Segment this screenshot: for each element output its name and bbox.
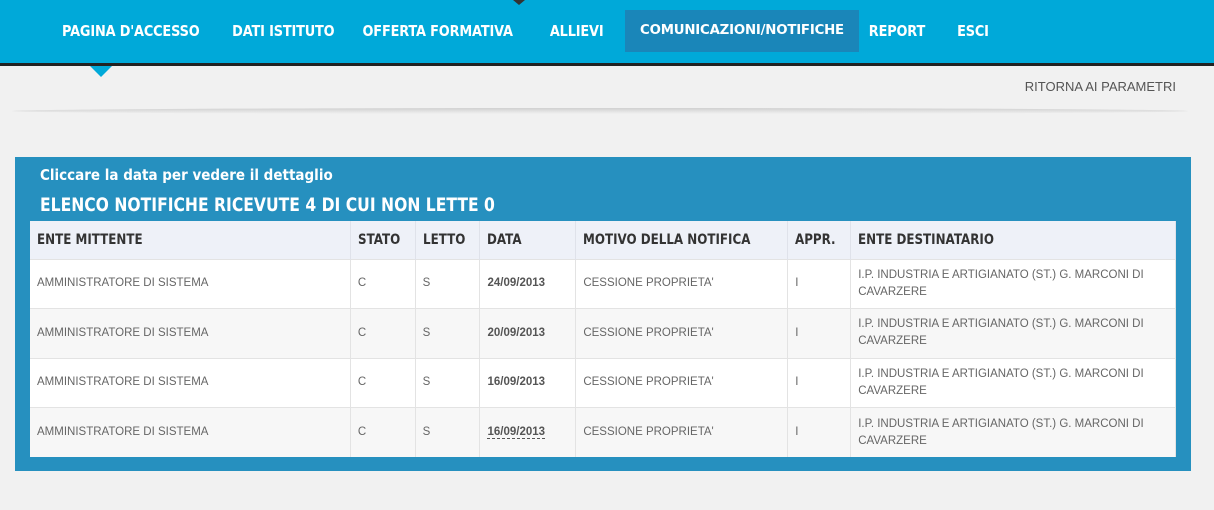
cell-motivo: CESSIONE PROPRIETA' bbox=[575, 258, 789, 309]
column-header-appr: APPR. bbox=[787, 221, 852, 259]
panel-title: ELENCO NOTIFICHE RICEVUTE 4 DI CUI NON L… bbox=[40, 194, 495, 216]
column-header-data: DATA bbox=[479, 221, 577, 259]
cell-data-link[interactable]: 20/09/2013 bbox=[479, 308, 577, 358]
cell-mittente: AMMINISTRATORE DI SISTEMA bbox=[30, 258, 351, 309]
cell-appr: I bbox=[787, 308, 852, 358]
divider bbox=[12, 108, 1188, 114]
ritorna-ai-parametri-link[interactable]: RITORNA AI PARAMETRI bbox=[1025, 79, 1176, 94]
cell-appr: I bbox=[787, 357, 852, 408]
notifiche-panel: Cliccare la data per vedere il dettaglio… bbox=[15, 157, 1191, 471]
notifiche-table: ENTE MITTENTE STATO LETTO DATA MOTIVO DE… bbox=[30, 221, 1176, 457]
nav-item-allievi[interactable]: ALLIEVI bbox=[544, 10, 609, 52]
cell-destinatario: I.P. INDUSTRIA E ARTIGIANATO (ST.) G. MA… bbox=[850, 407, 1176, 457]
cell-mittente: AMMINISTRATORE DI SISTEMA bbox=[30, 407, 351, 457]
top-navigation: PAGINA D'ACCESSO DATI ISTITUTO OFFERTA F… bbox=[0, 0, 1214, 66]
cell-motivo: CESSIONE PROPRIETA' bbox=[575, 308, 789, 358]
column-header-ente-destinatario: ENTE DESTINATARIO bbox=[850, 221, 1176, 259]
table-row: AMMINISTRATORE DI SISTEMA C S 16/09/2013… bbox=[30, 357, 1176, 408]
column-header-stato: STATO bbox=[350, 221, 416, 259]
nav-item-offerta-formativa[interactable]: OFFERTA FORMATIVA bbox=[362, 10, 514, 52]
cell-letto: S bbox=[415, 407, 481, 457]
cell-destinatario: I.P. INDUSTRIA E ARTIGIANATO (ST.) G. MA… bbox=[850, 308, 1176, 358]
table-row: AMMINISTRATORE DI SISTEMA C S 20/09/2013… bbox=[30, 308, 1176, 358]
column-header-motivo: MOTIVO DELLA NOTIFICA bbox=[575, 221, 789, 259]
cell-stato: C bbox=[350, 258, 416, 309]
cell-mittente: AMMINISTRATORE DI SISTEMA bbox=[30, 357, 351, 408]
nav-item-esci[interactable]: ESCI bbox=[954, 10, 992, 52]
panel-hint: Cliccare la data per vedere il dettaglio bbox=[40, 166, 333, 184]
cell-letto: S bbox=[415, 258, 481, 309]
cell-destinatario: I.P. INDUSTRIA E ARTIGIANATO (ST.) G. MA… bbox=[850, 357, 1176, 408]
cell-data-link[interactable]: 16/09/2013 bbox=[479, 407, 577, 457]
table-row: AMMINISTRATORE DI SISTEMA C S 16/09/2013… bbox=[30, 407, 1176, 457]
nav-item-report[interactable]: REPORT bbox=[866, 10, 928, 52]
cell-motivo: CESSIONE PROPRIETA' bbox=[575, 357, 789, 408]
cell-mittente: AMMINISTRATORE DI SISTEMA bbox=[30, 308, 351, 358]
nav-pointer bbox=[90, 66, 112, 77]
cell-stato: C bbox=[350, 357, 416, 408]
column-header-ente-mittente: ENTE MITTENTE bbox=[30, 221, 351, 259]
cell-letto: S bbox=[415, 357, 481, 408]
nav-item-dati-istituto[interactable]: DATI ISTITUTO bbox=[230, 10, 337, 52]
cell-letto: S bbox=[415, 308, 481, 358]
cell-data-link[interactable]: 16/09/2013 bbox=[479, 357, 577, 408]
nav-top-notch bbox=[513, 0, 525, 5]
cell-motivo: CESSIONE PROPRIETA' bbox=[575, 407, 789, 457]
column-header-letto: LETTO bbox=[415, 221, 481, 259]
table-header-row: ENTE MITTENTE STATO LETTO DATA MOTIVO DE… bbox=[30, 221, 1176, 259]
cell-data-link[interactable]: 24/09/2013 bbox=[479, 258, 577, 309]
cell-appr: I bbox=[787, 258, 852, 309]
cell-appr: I bbox=[787, 407, 852, 457]
cell-stato: C bbox=[350, 407, 416, 457]
nav-item-pagina-accesso[interactable]: PAGINA D'ACCESSO bbox=[62, 10, 200, 52]
cell-destinatario: I.P. INDUSTRIA E ARTIGIANATO (ST.) G. MA… bbox=[850, 258, 1176, 309]
cell-stato: C bbox=[350, 308, 416, 358]
nav-item-comunicazioni-notifiche[interactable]: COMUNICAZIONI/NOTIFICHE bbox=[625, 10, 859, 52]
table-row: AMMINISTRATORE DI SISTEMA C S 24/09/2013… bbox=[30, 258, 1176, 309]
